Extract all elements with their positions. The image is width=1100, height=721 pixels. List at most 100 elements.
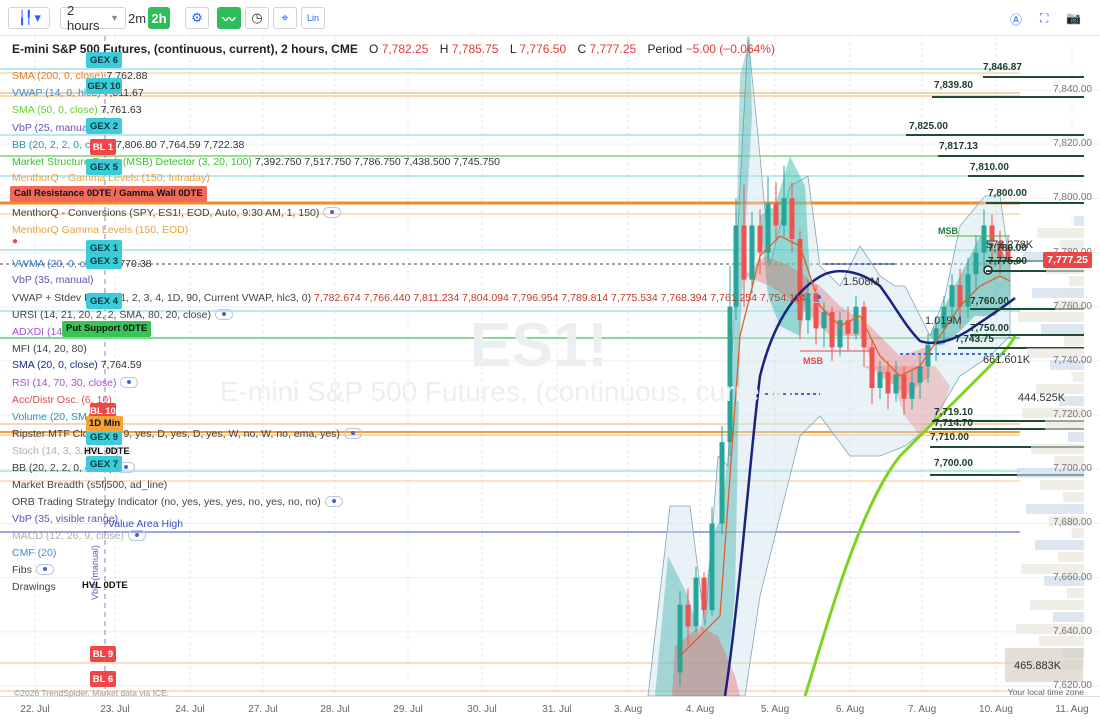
chart-type-button[interactable]: ╽╿ ▾	[8, 7, 50, 29]
gear-icon: ⚙	[191, 10, 203, 25]
price-tick-label: 7,800.00	[1053, 192, 1092, 204]
level-label: 7,710.00	[930, 432, 969, 443]
time-axis: 22. Jul 23. Jul 24. Jul 27. Jul 28. Jul 29. J…	[0, 696, 1100, 721]
close-value: 7,777.25	[589, 42, 637, 56]
eye-icon[interactable]	[120, 376, 139, 388]
chevron-down-icon: ▼	[110, 13, 119, 23]
indicator-legend-item[interactable]: ORB Trading Strategy Indicator (no, yes,…	[12, 495, 343, 508]
level-label: 7,800.00	[988, 188, 1027, 199]
level-label: 7,743.75	[955, 334, 994, 345]
fullscreen-icon[interactable]: ⛶	[1040, 11, 1048, 26]
indicator-legend-item[interactable]: VWAP + Stdev Bands (1, 2, 3, 4, 1D, 90, …	[12, 291, 828, 304]
period-change: −5.00 (−0.064%)	[685, 42, 775, 56]
current-price-badge: 7,777.25	[1043, 251, 1092, 268]
time-tick-label: 28. Jul	[320, 704, 350, 715]
time-tick-label: 24. Jul	[175, 704, 205, 715]
gex-tag: GEX 10	[86, 78, 122, 94]
time-tick-label: 23. Jul	[100, 704, 130, 715]
indicator-legend-item[interactable]: BB (20, 2, 2, 0, close) 7,806.80 7,764.5…	[12, 139, 244, 151]
level-label: 7,760.00	[970, 296, 1009, 307]
bl-tag: BL 1	[90, 139, 116, 155]
msb-annotation: MSB	[938, 226, 958, 236]
indicator-legend-item[interactable]: CMF (20)	[12, 547, 56, 559]
volume-label: 1.508M	[843, 276, 880, 288]
hvl-tag-2: HVL 0DTE	[82, 580, 128, 591]
indicator-legend-item[interactable]: Market Breadth (s5fi500, ad_line)	[12, 479, 167, 491]
ai-icon[interactable]: Ⓐ	[1010, 11, 1022, 28]
clock-button[interactable]: ◷	[245, 7, 269, 29]
volume-label: 573.278K	[986, 239, 1034, 251]
indicator-legend-item[interactable]: URSI (14, 21, 20, 2, 2, SMA, 80, 20, clo…	[12, 308, 234, 321]
eye-icon[interactable]	[809, 291, 828, 303]
indicator-legend-item[interactable]: Ripster MTF Clouds (8, 9, yes, D, yes, D…	[12, 427, 362, 440]
gex-tag: GEX 6	[86, 52, 122, 68]
interval-select[interactable]: 2 hours ▼	[60, 3, 126, 33]
price-tick-label: 7,760.00	[1053, 300, 1092, 312]
gex-tag: GEX 7	[86, 456, 122, 472]
quick-interval-2m[interactable]: 2m	[126, 7, 148, 29]
indicator-legend-item[interactable]: MenthorQ Gamma Levels (150, EOD)	[12, 224, 188, 236]
indicator-legend-item[interactable]: MACD (12, 26, 9, close)	[12, 529, 147, 542]
price-tick-label: 7,660.00	[1053, 571, 1092, 583]
indicator-legend-item[interactable]: Volume (20, SMA)	[12, 411, 97, 423]
chart-title: E-mini S&P 500 Futures, (continuous, cur…	[12, 42, 358, 56]
indicator-legend-item[interactable]: SMA (200, 0, close) 7,762.88	[12, 70, 147, 82]
crosshair-button[interactable]: ⌖	[273, 7, 297, 29]
put-support-tag: Put Support 0DTE	[62, 321, 152, 337]
level-label: 7,750.00	[970, 323, 1009, 334]
indicator-legend-item[interactable]: Fibs	[12, 563, 54, 576]
indicator-legend-item[interactable]: VbP (25, manual)	[12, 122, 94, 134]
eye-icon[interactable]	[215, 308, 234, 320]
quick-interval-2h[interactable]: 2h	[148, 7, 170, 29]
hvl-tag: HVL 0DTE	[84, 446, 130, 457]
price-tick-label: 7,680.00	[1053, 517, 1092, 529]
time-tick-label: 6. Aug	[835, 704, 865, 715]
interval-label: 2 hours	[67, 3, 100, 33]
timezone-label[interactable]: Your local time zone	[1008, 687, 1084, 697]
gex-tag: GEX 4	[86, 293, 122, 309]
settings-button[interactable]: ⚙	[185, 7, 209, 29]
indicator-legend-item[interactable]: MFI (14, 20, 80)	[12, 343, 87, 355]
watermark-name: E-mini S&P 500 Futures, (continuous, cur…	[220, 376, 792, 407]
time-tick-label: 7. Aug	[907, 704, 937, 715]
eye-icon[interactable]	[343, 427, 362, 439]
volume-label: 444.525K	[1018, 392, 1066, 404]
eye-icon[interactable]	[323, 206, 342, 218]
level-label: 7,846.87	[983, 62, 1022, 73]
indicator-legend-item[interactable]: Drawings	[12, 581, 56, 593]
ohlc-readout: O 7,782.25 H 7,785.75 L 7,776.50 C 7,777…	[369, 42, 775, 56]
eye-icon[interactable]	[35, 563, 54, 575]
indicator-legend-item[interactable]: SMA (50, 0, close) 7,761.63	[12, 104, 142, 116]
volume-label: 465.883K	[1014, 660, 1062, 672]
price-tick-label: 7,820.00	[1053, 138, 1092, 150]
indicator-button[interactable]: 〰	[217, 7, 241, 29]
time-tick-label: 11. Aug	[1055, 704, 1089, 715]
settings-dot-icon[interactable]: ●	[12, 236, 18, 247]
crosshair-icon: ⌖	[281, 10, 289, 25]
level-label: 7,817.13	[939, 141, 978, 152]
indicator-legend-item[interactable]: SMA (20, 0, close) 7,764.59	[12, 359, 142, 371]
camera-icon[interactable]: 📷	[1066, 11, 1081, 25]
price-tick-label: 7,640.00	[1053, 625, 1092, 637]
indicator-legend-item[interactable]: VWMA (20, 0, close) 7,770.38	[12, 258, 152, 270]
eye-icon[interactable]	[128, 529, 147, 541]
indicator-legend-item[interactable]: VbP (35, manual)	[12, 274, 94, 286]
high-value: 7,785.75	[451, 42, 499, 56]
level-label: 7,810.00	[970, 162, 1009, 173]
level-label: 7,700.00	[934, 458, 973, 469]
time-tick-label: 30. Jul	[467, 704, 497, 715]
indicator-legend-item[interactable]: VbP (35, visible range)	[12, 513, 118, 525]
time-tick-label: 29. Jul	[393, 704, 423, 715]
level-label: 7,775.00	[988, 256, 1027, 267]
time-tick-label: 4. Aug	[685, 704, 715, 715]
indicator-legend-item[interactable]: MenthorQ - Conversions (SPY, ES1!, EOD, …	[12, 206, 342, 219]
price-chart[interactable]: ES1! E-mini S&P 500 Futures, (continuous…	[0, 36, 1100, 696]
eye-icon[interactable]	[324, 495, 343, 507]
vbp-manual-label: VbP (manual)	[90, 545, 100, 600]
indicator-legend-item[interactable]: VWAP (14, 0, hlc3) 7,811.67	[12, 87, 144, 99]
one-day-min-tag: 1D Min	[86, 416, 124, 432]
indicator-legend-item[interactable]: RSI (14, 70, 30, close)	[12, 376, 139, 389]
time-tick-label: 22. Jul	[20, 704, 50, 715]
value-area-high-label: Value Area High	[108, 518, 184, 530]
lin-scale-button[interactable]: Lin	[301, 7, 325, 29]
